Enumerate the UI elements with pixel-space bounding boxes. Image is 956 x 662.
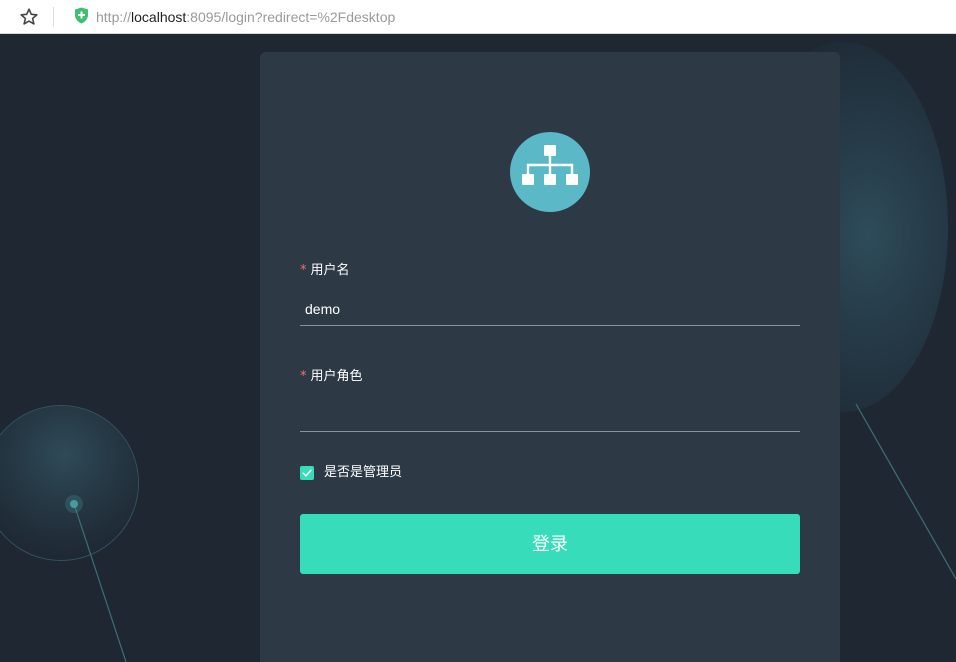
admin-checkbox-label[interactable]: 是否是管理员 xyxy=(324,464,402,482)
login-button[interactable]: 登录 xyxy=(300,514,800,574)
username-input[interactable] xyxy=(300,292,800,326)
required-mark: * xyxy=(300,369,307,384)
role-label-text: 用户角色 xyxy=(310,369,363,384)
required-mark: * xyxy=(300,263,307,278)
sitemap-icon xyxy=(510,132,590,212)
shield-icon[interactable] xyxy=(74,7,89,24)
username-label: * 用户名 xyxy=(300,262,350,280)
role-label: * 用户角色 xyxy=(300,368,363,386)
url-scheme: http:// xyxy=(96,9,132,25)
admin-checkbox[interactable] xyxy=(300,466,314,480)
url-path: :8095/login?redirect=%2Fdesktop xyxy=(186,9,396,25)
browser-address-bar: http://localhost:8095/login?redirect=%2F… xyxy=(0,0,956,34)
address-bar-divider xyxy=(53,7,54,27)
login-card: *用户名 *用户角色 是否是管理员 登录 xyxy=(260,52,840,662)
role-input[interactable] xyxy=(300,398,800,432)
checkmark-icon xyxy=(302,469,312,477)
login-page-background: *用户名 *用户角色 是否是管理员 登录 xyxy=(0,34,956,662)
address-url[interactable]: http://localhost:8095/login?redirect=%2F… xyxy=(96,8,395,26)
url-host: localhost xyxy=(131,9,187,25)
star-icon[interactable] xyxy=(19,7,39,27)
username-label-text: 用户名 xyxy=(310,263,350,278)
